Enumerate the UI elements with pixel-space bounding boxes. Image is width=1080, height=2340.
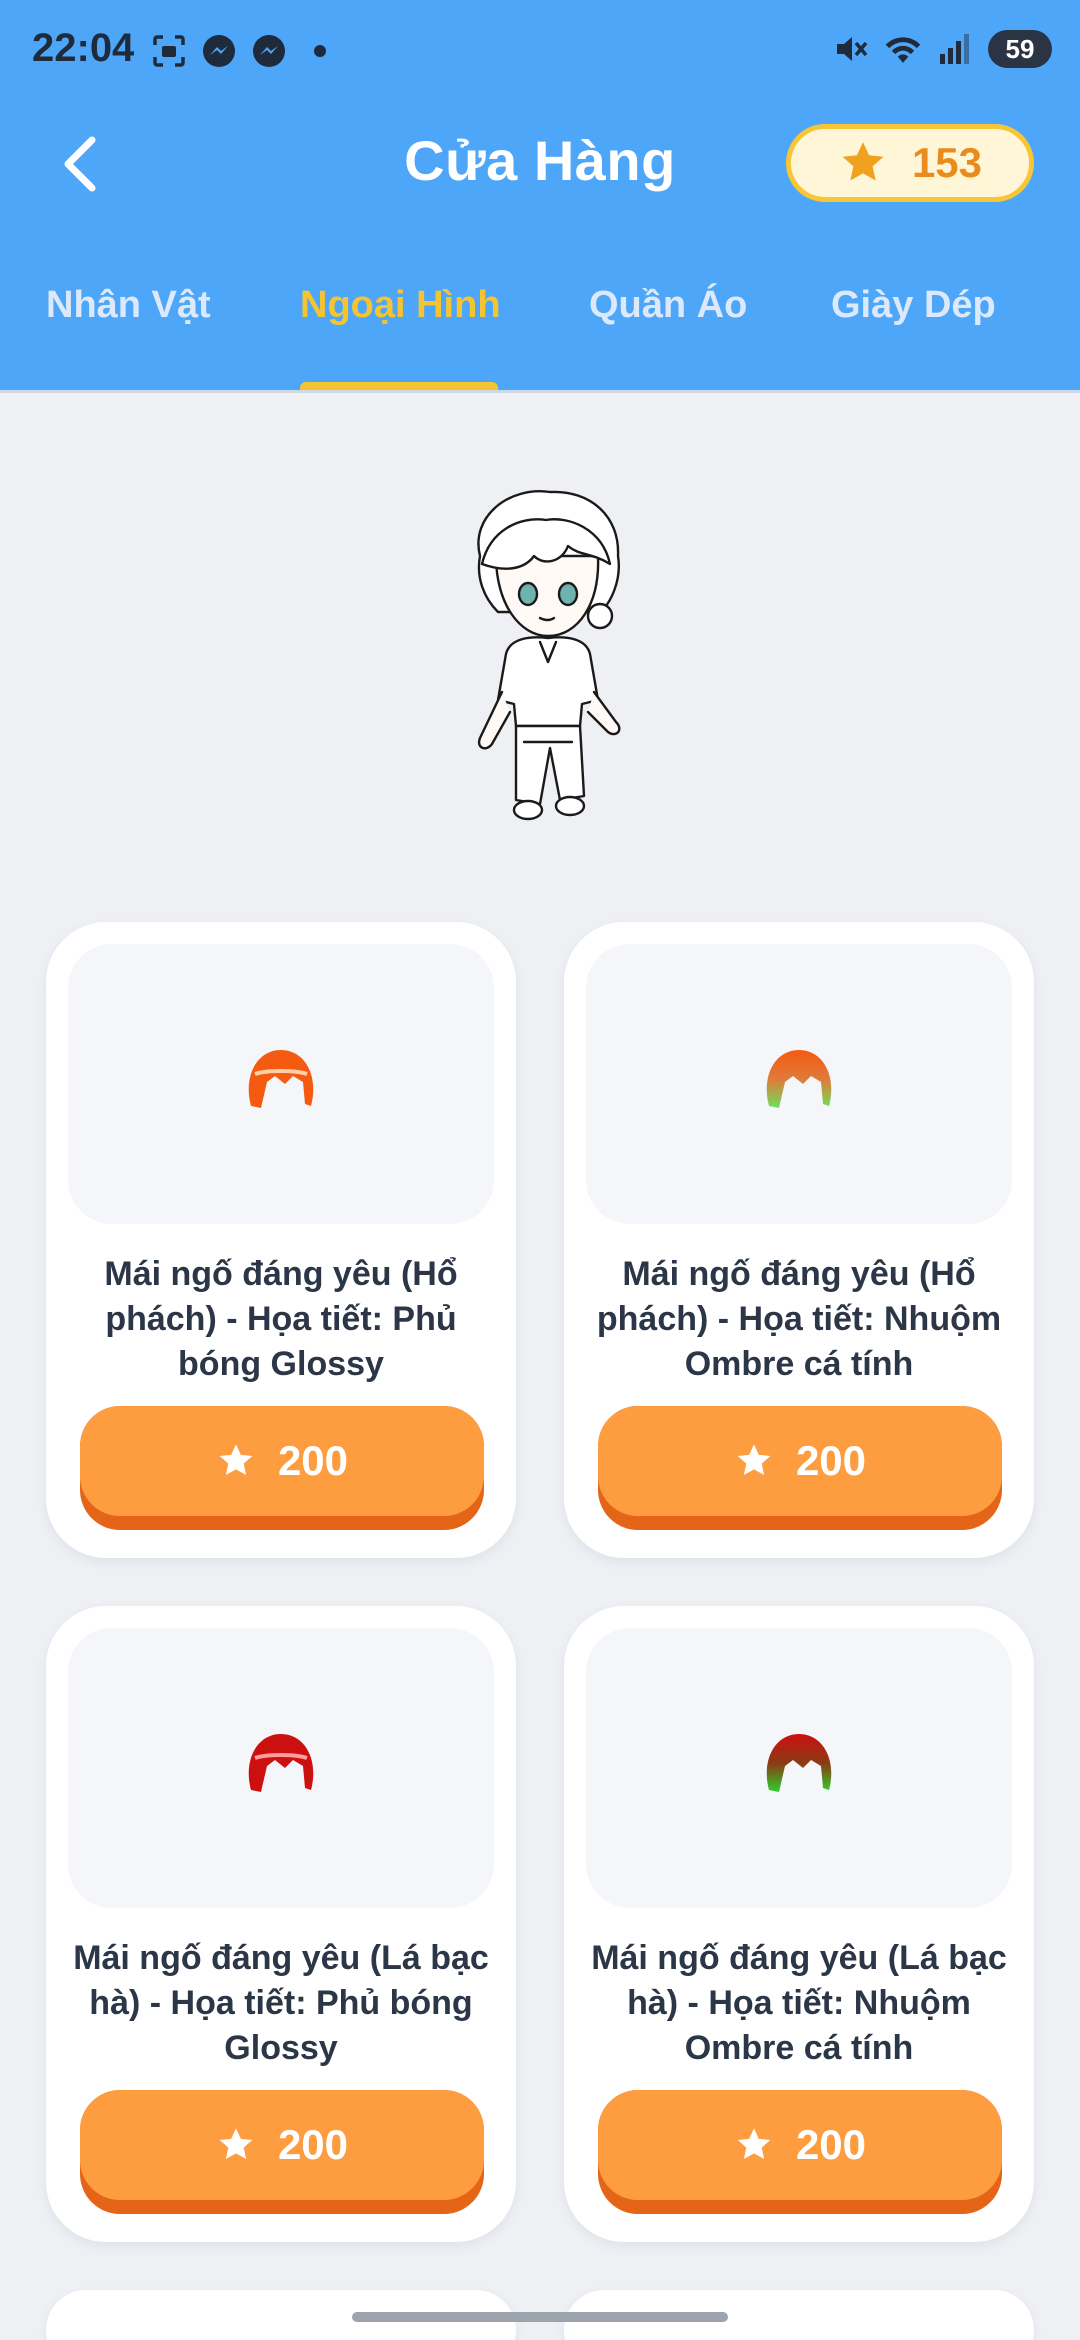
shop-item-card[interactable]: Mái ngố đáng yêu (Hổ phách) - Họa tiết: … xyxy=(46,922,516,1558)
status-bar: 22:04 59 xyxy=(0,0,1080,100)
tab-giay-dep[interactable]: Giày Dép xyxy=(831,284,996,327)
header-bar: 22:04 59 Cửa Hàng 153 Nhân Vật Ngoại Hìn… xyxy=(0,0,1080,393)
chibi-character-image xyxy=(477,490,621,821)
star-icon xyxy=(737,2128,771,2159)
buy-button[interactable]: 200 xyxy=(598,1406,1002,1530)
buy-button[interactable]: 200 xyxy=(598,2090,1002,2214)
item-preview xyxy=(68,1628,494,1908)
item-price: 200 xyxy=(277,2121,349,2168)
notification-icons xyxy=(150,32,326,70)
shop-item-card[interactable]: Mái ngố đáng yêu (Lá bạc hà) - Họa tiết:… xyxy=(564,1606,1034,2242)
signal-icon xyxy=(936,30,974,68)
buy-button[interactable]: 200 xyxy=(80,2090,484,2214)
home-indicator[interactable] xyxy=(352,2312,728,2322)
divider xyxy=(0,390,1080,393)
messenger-icon xyxy=(250,32,288,70)
red-hair-glossy-icon xyxy=(248,1734,314,1792)
orange-green-ombre-hair-icon xyxy=(766,1050,832,1108)
category-tabs: Nhân Vật Ngoại Hình Quần Áo Giày Dép xyxy=(0,268,1080,392)
system-icons: 59 xyxy=(832,30,1052,68)
item-name: Mái ngố đáng yêu (Hổ phách) - Họa tiết: … xyxy=(104,1255,458,1383)
item-price: 200 xyxy=(795,2121,867,2168)
item-preview xyxy=(586,944,1012,1224)
star-icon xyxy=(737,1444,771,1475)
tab-nhan-vat[interactable]: Nhân Vật xyxy=(46,284,211,327)
tab-quan-ao[interactable]: Quần Áo xyxy=(589,284,747,327)
tab-ngoai-hinh[interactable]: Ngoại Hình xyxy=(300,284,501,327)
more-notifications-dot-icon xyxy=(314,45,326,57)
star-icon xyxy=(219,2128,253,2159)
screenshot-icon xyxy=(150,32,188,70)
item-price: 200 xyxy=(795,1437,867,1484)
item-name: Mái ngố đáng yêu (Hổ phách) - Họa tiết: … xyxy=(596,1255,1002,1383)
red-green-ombre-hair-icon xyxy=(766,1734,832,1792)
status-time: 22:04 xyxy=(32,26,135,70)
orange-hair-glossy-icon xyxy=(248,1050,314,1108)
battery-indicator: 59 xyxy=(988,30,1052,68)
coin-count: 153 xyxy=(911,139,983,186)
star-icon xyxy=(842,142,884,181)
shop-item-card[interactable]: Mái ngố đáng yêu (Hổ phách) - Họa tiết: … xyxy=(564,922,1034,1558)
shop-item-card[interactable]: Mái ngố đáng yêu (Lá bạc hà) - Họa tiết:… xyxy=(46,1606,516,2242)
item-name: Mái ngố đáng yêu (Lá bạc hà) - Họa tiết:… xyxy=(591,1939,1007,2067)
item-name: Mái ngố đáng yêu (Lá bạc hà) - Họa tiết:… xyxy=(73,1939,489,2067)
item-price: 200 xyxy=(277,1437,349,1484)
coin-balance[interactable]: 153 xyxy=(786,124,1034,202)
wifi-icon xyxy=(884,30,922,68)
mute-icon xyxy=(832,30,870,68)
item-preview xyxy=(68,944,494,1224)
star-icon xyxy=(219,1444,253,1475)
buy-button[interactable]: 200 xyxy=(80,1406,484,1530)
item-preview xyxy=(586,1628,1012,1908)
character-preview xyxy=(440,486,650,826)
messenger-icon xyxy=(200,32,238,70)
title-bar: Cửa Hàng 153 xyxy=(0,110,1080,220)
